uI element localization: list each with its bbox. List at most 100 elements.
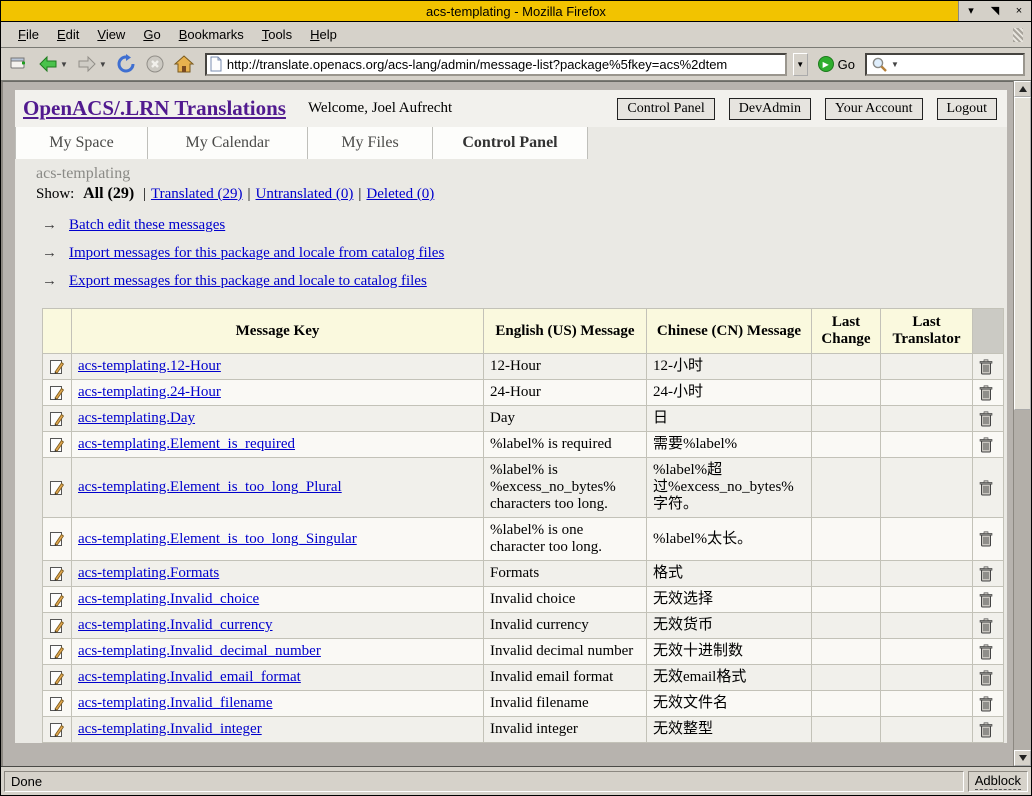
edit-message-icon[interactable] <box>49 618 65 634</box>
forward-button[interactable]: ▼ <box>74 52 109 76</box>
delete-message-icon[interactable] <box>979 644 997 660</box>
message-key-link[interactable]: acs-templating.Invalid_choice <box>78 591 259 607</box>
action-link-1[interactable]: Import messages for this package and loc… <box>69 245 444 262</box>
site-title-link[interactable]: OpenACS/.LRN Translations <box>23 96 286 121</box>
delete-message-icon[interactable] <box>979 480 997 496</box>
delete-message-icon[interactable] <box>979 670 997 686</box>
delete-message-icon[interactable] <box>979 531 997 547</box>
your-account-button[interactable]: Your Account <box>825 98 923 120</box>
last-change-cell <box>812 406 881 432</box>
message-key-link[interactable]: acs-templating.12-Hour <box>78 358 221 374</box>
menu-edit[interactable]: Edit <box>48 23 88 46</box>
adblock-panel[interactable]: Adblock <box>968 771 1028 792</box>
last-translator-cell <box>881 691 973 717</box>
forward-dropdown-icon[interactable]: ▼ <box>99 60 107 69</box>
delete-cell <box>973 518 1004 561</box>
filter-link-deleted[interactable]: Deleted (0) <box>366 186 434 202</box>
stop-button[interactable] <box>143 52 167 76</box>
edit-cell <box>43 561 72 587</box>
message-key-link[interactable]: acs-templating.Invalid_decimal_number <box>78 643 321 659</box>
scroll-up-button[interactable] <box>1014 81 1031 97</box>
edit-message-icon[interactable] <box>49 644 65 660</box>
delete-message-icon[interactable] <box>979 592 997 608</box>
message-key-link[interactable]: acs-templating.Element_is_too_long_Singu… <box>78 531 357 547</box>
delete-column-header <box>973 309 1004 354</box>
close-window-icon[interactable]: × <box>1011 2 1027 20</box>
menu-help[interactable]: Help <box>301 23 346 46</box>
message-key-link[interactable]: acs-templating.Invalid_integer <box>78 721 262 737</box>
menu-go[interactable]: Go <box>134 23 169 46</box>
back-button[interactable]: ▼ <box>35 52 70 76</box>
message-key-cell: acs-templating.Invalid_integer <box>72 717 484 743</box>
message-key-link[interactable]: acs-templating.24-Hour <box>78 384 221 400</box>
menu-view[interactable]: View <box>88 23 134 46</box>
delete-message-icon[interactable] <box>979 722 997 738</box>
control-panel-button[interactable]: Control Panel <box>617 98 714 120</box>
delete-message-icon[interactable] <box>979 618 997 634</box>
delete-message-icon[interactable] <box>979 359 997 375</box>
message-key-link[interactable]: acs-templating.Invalid_email_format <box>78 669 301 685</box>
delete-message-icon[interactable] <box>979 411 997 427</box>
back-dropdown-icon[interactable]: ▼ <box>60 60 68 69</box>
chinese-message-cell: 无效email格式 <box>647 665 812 691</box>
scrollbar-track[interactable] <box>1014 97 1031 750</box>
message-key-link[interactable]: acs-templating.Element_is_required <box>78 436 295 452</box>
new-tab-button[interactable] <box>7 53 31 75</box>
home-button[interactable] <box>171 52 197 76</box>
edit-message-icon[interactable] <box>49 722 65 738</box>
tab-control-panel[interactable]: Control Panel <box>433 127 588 159</box>
delete-message-icon[interactable] <box>979 385 997 401</box>
go-button[interactable]: ▶ Go <box>812 54 861 74</box>
delete-message-icon[interactable] <box>979 437 997 453</box>
last-translator-cell <box>881 613 973 639</box>
message-key-link[interactable]: acs-templating.Invalid_filename <box>78 695 273 711</box>
titlebar[interactable]: acs-templating - Mozilla Firefox ▾ ◥ × <box>1 1 1031 22</box>
english-message-cell: Formats <box>484 561 647 587</box>
reload-button[interactable] <box>113 52 139 76</box>
menubar-grippy[interactable] <box>1013 28 1023 42</box>
logout-button[interactable]: Logout <box>937 98 997 120</box>
tab-my-calendar[interactable]: My Calendar <box>148 127 308 159</box>
action-link-2[interactable]: Export messages for this package and loc… <box>69 273 427 290</box>
edit-message-icon[interactable] <box>49 411 65 427</box>
message-key-link[interactable]: acs-templating.Day <box>78 410 195 426</box>
delete-message-icon[interactable] <box>979 696 997 712</box>
delete-message-icon[interactable] <box>979 566 997 582</box>
search-input[interactable] <box>901 57 1032 71</box>
message-key-link[interactable]: acs-templating.Formats <box>78 565 219 581</box>
edit-message-icon[interactable] <box>49 437 65 453</box>
edit-cell <box>43 587 72 613</box>
edit-message-icon[interactable] <box>49 385 65 401</box>
message-key-link[interactable]: acs-templating.Element_is_too_long_Plura… <box>78 479 342 495</box>
edit-message-icon[interactable] <box>49 359 65 375</box>
vertical-scrollbar[interactable] <box>1013 81 1031 766</box>
message-key-link[interactable]: acs-templating.Invalid_currency <box>78 617 273 633</box>
edit-message-icon[interactable] <box>49 696 65 712</box>
filter-link-untranslated[interactable]: Untranslated (0) <box>256 186 354 202</box>
url-bar[interactable] <box>205 53 787 76</box>
menu-file[interactable]: File <box>9 23 48 46</box>
search-engine-dropdown-icon[interactable]: ▼ <box>891 60 899 69</box>
edit-message-icon[interactable] <box>49 531 65 547</box>
search-bar[interactable]: ▼ <box>865 53 1025 76</box>
url-history-dropdown[interactable]: ▼ <box>793 53 808 76</box>
edit-message-icon[interactable] <box>49 670 65 686</box>
scrollbar-thumb[interactable] <box>1014 97 1031 410</box>
devadmin-button[interactable]: DevAdmin <box>729 98 811 120</box>
edit-message-icon[interactable] <box>49 592 65 608</box>
action-link-0[interactable]: Batch edit these messages <box>69 217 225 234</box>
filter-link-translated[interactable]: Translated (29) <box>151 186 243 202</box>
tab-my-files[interactable]: My Files <box>308 127 433 159</box>
shade-window-icon[interactable]: ▾ <box>963 2 979 20</box>
message-key-cell: acs-templating.Invalid_decimal_number <box>72 639 484 665</box>
scroll-down-button[interactable] <box>1014 750 1031 766</box>
edit-message-icon[interactable] <box>49 480 65 496</box>
tab-my-space[interactable]: My Space <box>15 127 148 159</box>
menu-tools[interactable]: Tools <box>253 23 301 46</box>
maximize-window-icon[interactable]: ◥ <box>987 2 1003 20</box>
edit-message-icon[interactable] <box>49 566 65 582</box>
last-change-cell <box>812 458 881 518</box>
url-input[interactable] <box>227 57 783 72</box>
menu-bookmarks[interactable]: Bookmarks <box>170 23 253 46</box>
last-translator-cell <box>881 717 973 743</box>
